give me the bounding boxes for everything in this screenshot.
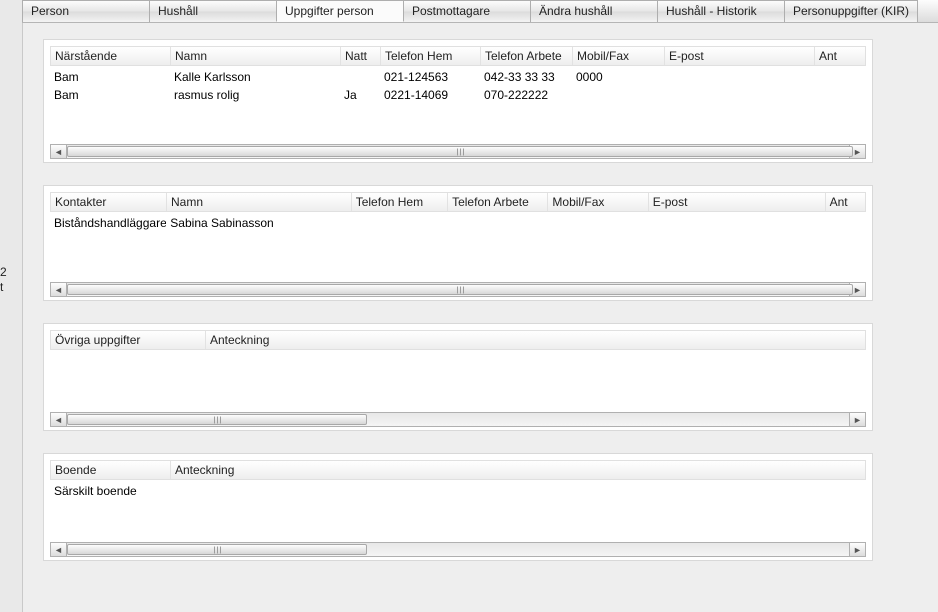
cell-relation: Bam bbox=[50, 70, 170, 84]
col-other[interactable]: Övriga uppgifter bbox=[51, 331, 206, 349]
other-scrollbar[interactable]: ◄ ► bbox=[50, 412, 866, 427]
col-email[interactable]: E-post bbox=[665, 47, 815, 65]
col-note[interactable]: Anteckning bbox=[206, 331, 865, 349]
scroll-right-icon[interactable]: ► bbox=[849, 543, 865, 556]
relatives-scrollbar[interactable]: ◄ ► bbox=[50, 144, 866, 159]
table-row[interactable]: Särskilt boende bbox=[50, 482, 866, 500]
cell-name: Kalle Karlsson bbox=[170, 70, 340, 84]
other-body bbox=[50, 352, 866, 406]
tab-uppgifter-person[interactable]: Uppgifter person bbox=[276, 0, 404, 22]
tab-postmottagare[interactable]: Postmottagare bbox=[403, 0, 531, 22]
scroll-track[interactable] bbox=[67, 283, 849, 296]
scroll-thumb[interactable] bbox=[67, 284, 853, 295]
col-tel-home[interactable]: Telefon Hem bbox=[352, 193, 448, 211]
housing-header-row: Boende Anteckning bbox=[50, 460, 866, 480]
contacts-header-row: Kontakter Namn Telefon Hem Telefon Arbet… bbox=[50, 192, 866, 212]
cell-tel-home: 0221-14069 bbox=[380, 88, 480, 102]
other-panel: Övriga uppgifter Anteckning ◄ ► bbox=[43, 323, 873, 431]
scroll-thumb[interactable] bbox=[67, 146, 853, 157]
col-name[interactable]: Namn bbox=[171, 47, 341, 65]
scroll-track[interactable] bbox=[67, 413, 849, 426]
col-contacts[interactable]: Kontakter bbox=[51, 193, 167, 211]
cell-mobile: 0000 bbox=[572, 70, 664, 84]
scroll-track[interactable] bbox=[67, 145, 849, 158]
col-email[interactable]: E-post bbox=[649, 193, 826, 211]
scroll-left-icon[interactable]: ◄ bbox=[51, 145, 67, 158]
contacts-scrollbar[interactable]: ◄ ► bbox=[50, 282, 866, 297]
col-tel-home[interactable]: Telefon Hem bbox=[381, 47, 481, 65]
housing-panel: Boende Anteckning Särskilt boende ◄ ► bbox=[43, 453, 873, 561]
housing-body: Särskilt boende bbox=[50, 482, 866, 536]
tab-hushall-historik[interactable]: Hushåll - Historik bbox=[657, 0, 785, 22]
col-tel-work[interactable]: Telefon Arbete bbox=[448, 193, 548, 211]
contacts-body: Biståndshandläggare Sabina Sabinasson bbox=[50, 214, 866, 250]
cell-name: rasmus rolig bbox=[170, 88, 340, 102]
relatives-header-row: Närstående Namn Natt Telefon Hem Telefon… bbox=[50, 46, 866, 66]
scroll-left-icon[interactable]: ◄ bbox=[51, 543, 67, 556]
col-name[interactable]: Namn bbox=[167, 193, 352, 211]
scroll-left-icon[interactable]: ◄ bbox=[51, 413, 67, 426]
tab-hushall[interactable]: Hushåll bbox=[149, 0, 277, 22]
cell-night: Ja bbox=[340, 88, 380, 102]
contacts-panel: Kontakter Namn Telefon Hem Telefon Arbet… bbox=[43, 185, 873, 301]
tab-personuppgifter-kir[interactable]: Personuppgifter (KIR) bbox=[784, 0, 918, 22]
tab-andra-hushall[interactable]: Ändra hushåll bbox=[530, 0, 658, 22]
col-mobile[interactable]: Mobil/Fax bbox=[573, 47, 665, 65]
col-housing[interactable]: Boende bbox=[51, 461, 171, 479]
left-cropped-label: 2 t bbox=[0, 265, 7, 295]
relatives-body: Bam Kalle Karlsson 021-124563 042-33 33 … bbox=[50, 68, 866, 104]
table-row[interactable]: Bam rasmus rolig Ja 0221-14069 070-22222… bbox=[50, 86, 866, 104]
content-area: Närstående Namn Natt Telefon Hem Telefon… bbox=[22, 23, 938, 612]
cell-tel-work: 070-222222 bbox=[480, 88, 572, 102]
scroll-track[interactable] bbox=[67, 543, 849, 556]
other-header-row: Övriga uppgifter Anteckning bbox=[50, 330, 866, 350]
scroll-thumb[interactable] bbox=[67, 414, 367, 425]
col-ant[interactable]: Ant bbox=[815, 47, 855, 65]
cell-relation: Bam bbox=[50, 88, 170, 102]
housing-scrollbar[interactable]: ◄ ► bbox=[50, 542, 866, 557]
cell-housing-type: Särskilt boende bbox=[50, 484, 170, 498]
cell-tel-home: 021-124563 bbox=[380, 70, 480, 84]
tabbar: Person Hushåll Uppgifter person Postmott… bbox=[22, 0, 938, 23]
tab-person[interactable]: Person bbox=[22, 0, 150, 22]
cell-role: Biståndshandläggare bbox=[50, 216, 166, 230]
scroll-right-icon[interactable]: ► bbox=[849, 413, 865, 426]
table-row[interactable]: Biståndshandläggare Sabina Sabinasson bbox=[50, 214, 866, 232]
col-tel-work[interactable]: Telefon Arbete bbox=[481, 47, 573, 65]
col-night[interactable]: Natt bbox=[341, 47, 381, 65]
table-row[interactable]: Bam Kalle Karlsson 021-124563 042-33 33 … bbox=[50, 68, 866, 86]
scroll-left-icon[interactable]: ◄ bbox=[51, 283, 67, 296]
col-relation[interactable]: Närstående bbox=[51, 47, 171, 65]
cell-name: Sabina Sabinasson bbox=[166, 216, 351, 230]
cell-tel-work: 042-33 33 33 bbox=[480, 70, 572, 84]
scroll-thumb[interactable] bbox=[67, 544, 367, 555]
col-ant[interactable]: Ant bbox=[826, 193, 865, 211]
col-note[interactable]: Anteckning bbox=[171, 461, 865, 479]
relatives-panel: Närstående Namn Natt Telefon Hem Telefon… bbox=[43, 39, 873, 163]
col-mobile[interactable]: Mobil/Fax bbox=[548, 193, 648, 211]
